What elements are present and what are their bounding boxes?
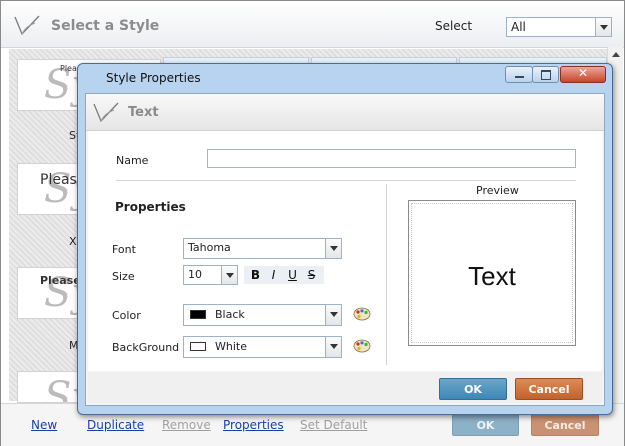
italic-button[interactable]: I	[265, 266, 282, 284]
pen-icon	[14, 15, 40, 36]
format-toolbar: B I U S	[244, 266, 324, 284]
pen-icon	[93, 102, 119, 123]
maximize-icon	[541, 70, 551, 80]
dialog-header-title: Text	[128, 105, 159, 120]
vertical-divider	[386, 184, 387, 365]
maximize-button[interactable]	[532, 66, 559, 83]
window-title: Select a Style	[51, 18, 160, 34]
close-icon: ✕	[577, 66, 589, 80]
preview-text: Text	[468, 261, 516, 291]
background-swatch	[190, 342, 206, 351]
chevron-down-icon[interactable]	[221, 266, 237, 284]
strikethrough-button[interactable]: S	[303, 266, 320, 284]
duplicate-link[interactable]: Duplicate	[87, 418, 144, 432]
background-select-value: White	[215, 340, 247, 353]
font-select-value: Tahoma	[188, 241, 231, 254]
filter-select-value: All	[511, 20, 526, 34]
preview-box: Text	[408, 200, 576, 346]
palette-icon[interactable]	[353, 339, 371, 353]
ok-button[interactable]: OK	[439, 378, 507, 400]
chevron-down-icon[interactable]	[325, 239, 341, 258]
properties-panel: Name Properties Font Tahoma Size 10 B I …	[88, 131, 602, 371]
color-label: Color	[112, 309, 141, 322]
select-label: Select	[435, 19, 473, 33]
color-swatch	[190, 310, 206, 319]
minimize-button[interactable]	[505, 66, 533, 83]
main-cancel-button[interactable]: Cancel	[531, 414, 599, 436]
chevron-down-icon[interactable]	[595, 18, 611, 36]
underline-button[interactable]: U	[284, 266, 301, 284]
dialog-title: Style Properties	[106, 71, 201, 85]
dialog-footer: OK Cancel	[88, 372, 602, 403]
size-select-value: 10	[188, 268, 202, 281]
properties-heading: Properties	[115, 200, 186, 214]
cancel-button[interactable]: Cancel	[515, 378, 583, 400]
close-button[interactable]: ✕	[560, 66, 606, 83]
size-label: Size	[112, 270, 135, 283]
color-select-value: Black	[215, 308, 245, 321]
name-input[interactable]	[207, 149, 576, 168]
set-default-link[interactable]: Set Default	[300, 418, 367, 432]
background-select[interactable]: White	[183, 336, 342, 358]
divider	[116, 180, 576, 181]
font-select[interactable]: Tahoma	[183, 238, 342, 259]
style-properties-dialog: Style Properties ✕ Text Name Properties …	[77, 63, 613, 415]
properties-link[interactable]: Properties	[223, 418, 284, 432]
window-header: Select a Style Select All	[1, 1, 624, 48]
color-select[interactable]: Black	[183, 304, 342, 326]
dialog-content: Text Name Properties Font Tahoma Size 10…	[85, 93, 605, 406]
chevron-down-icon[interactable]	[325, 305, 341, 325]
dialog-header: Text	[86, 94, 604, 131]
palette-icon[interactable]	[353, 307, 371, 321]
style-card-preview: Please	[40, 274, 81, 287]
font-label: Font	[112, 243, 136, 256]
filter-select[interactable]: All	[506, 17, 612, 37]
new-link[interactable]: New	[31, 418, 57, 432]
remove-link[interactable]: Remove	[162, 418, 211, 432]
scroll-up-icon[interactable]	[612, 52, 620, 57]
main-ok-button[interactable]: OK	[452, 414, 519, 436]
preview-label: Preview	[476, 184, 519, 197]
name-label: Name	[116, 154, 149, 167]
size-select[interactable]: 10	[183, 265, 238, 285]
chevron-down-icon[interactable]	[325, 337, 341, 357]
minimize-icon	[515, 76, 524, 78]
bold-button[interactable]: B	[247, 266, 264, 284]
background-label: BackGround	[112, 341, 180, 354]
